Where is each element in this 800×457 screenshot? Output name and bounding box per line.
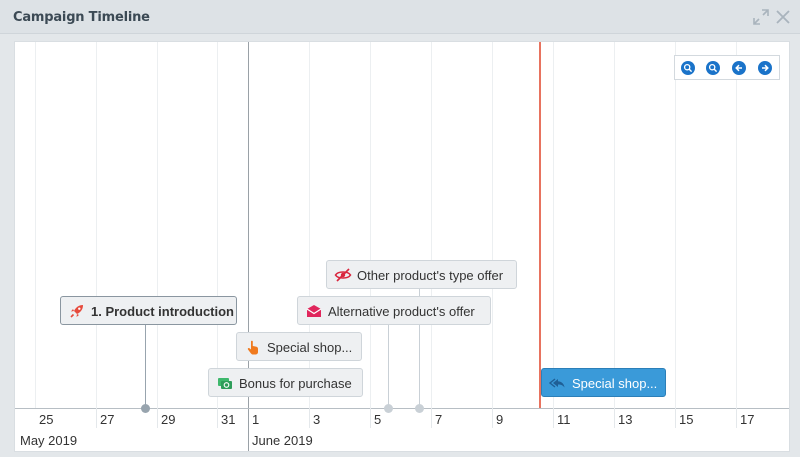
axis-tick — [157, 408, 158, 428]
timeline-item-alternative-products-offer[interactable]: Alternative product's offer — [297, 296, 491, 325]
timeline-item-special-shop-selected[interactable]: Special shop... — [541, 368, 666, 397]
axis-tick — [96, 408, 97, 428]
grid-line — [35, 42, 36, 408]
panel-header: Campaign Timeline — [0, 0, 800, 34]
tick-label: 3 — [313, 412, 321, 427]
timeline-item-other-products-type-offer[interactable]: Other product's type offer — [326, 260, 517, 289]
timeline-item-special-shop[interactable]: Special shop... — [236, 332, 362, 361]
grid-line — [157, 42, 158, 408]
grid-line — [96, 42, 97, 408]
time-axis — [15, 408, 789, 409]
grid-line — [431, 42, 432, 408]
item-label: Bonus for purchase — [239, 376, 352, 391]
tick-label: 7 — [435, 412, 443, 427]
grid-line — [614, 42, 615, 408]
axis-tick — [370, 408, 371, 428]
zoom-out-icon — [708, 63, 718, 73]
item-label: Alternative product's offer — [328, 304, 475, 319]
item-label: Special shop... — [267, 340, 353, 355]
current-time-marker — [539, 42, 541, 408]
axis-tick — [309, 408, 310, 428]
zoom-in-icon — [683, 63, 693, 73]
tick-label: 11 — [557, 412, 571, 427]
tick-label: 1 — [252, 412, 260, 427]
event-stem — [388, 324, 389, 408]
axis-tick — [217, 408, 218, 428]
event-dot — [141, 404, 150, 413]
item-label: Other product's type offer — [357, 268, 504, 283]
panel-title: Campaign Timeline — [13, 10, 150, 25]
scroll-left-button[interactable] — [732, 61, 746, 75]
close-icon[interactable] — [774, 8, 792, 26]
grid-line — [370, 42, 371, 408]
eye-slash-icon — [334, 266, 352, 284]
item-label: 1. Product introduction — [91, 304, 234, 319]
hand-pointer-icon — [244, 338, 262, 356]
tick-label: 17 — [740, 412, 755, 427]
axis-tick — [492, 408, 493, 428]
tick-label: 29 — [161, 412, 176, 427]
axis-tick — [431, 408, 432, 428]
item-label: Special shop... — [572, 376, 658, 391]
grid-line — [492, 42, 493, 408]
axis-tick — [736, 408, 737, 428]
money-icon — [216, 374, 234, 392]
zoom-out-button[interactable] — [706, 61, 720, 75]
scroll-right-button[interactable] — [758, 61, 772, 75]
zoom-in-button[interactable] — [681, 61, 695, 75]
grid-line — [736, 42, 737, 408]
tick-label: 9 — [496, 412, 504, 427]
event-dot — [384, 404, 393, 413]
tick-label: 13 — [618, 412, 633, 427]
campaign-timeline-panel: Campaign Timeline 25 27 29 31 1 3 5 7 9 … — [0, 0, 800, 457]
axis-tick — [614, 408, 615, 428]
tick-label: 31 — [221, 412, 236, 427]
zoom-controls — [674, 55, 780, 80]
event-stem — [145, 324, 146, 408]
timeline-canvas[interactable]: 25 27 29 31 1 3 5 7 9 11 13 15 17 May 20… — [14, 41, 790, 452]
reply-all-icon — [548, 374, 567, 392]
tick-label: 15 — [679, 412, 694, 427]
envelope-icon — [305, 302, 323, 320]
tick-label: 5 — [374, 412, 382, 427]
grid-line — [675, 42, 676, 408]
tick-label: 25 — [39, 412, 54, 427]
timeline-item-product-introduction[interactable]: 1. Product introduction — [60, 296, 237, 325]
axis-tick — [553, 408, 554, 428]
rocket-icon — [68, 302, 86, 320]
expand-icon[interactable] — [752, 8, 770, 26]
axis-tick — [675, 408, 676, 428]
arrow-right-icon — [762, 64, 769, 72]
event-dot — [415, 404, 424, 413]
tick-label: 27 — [100, 412, 115, 427]
month-label: May 2019 — [20, 433, 78, 448]
arrow-left-icon — [735, 64, 742, 72]
grid-line — [217, 42, 218, 408]
month-label: June 2019 — [252, 433, 313, 448]
timeline-item-bonus-for-purchase[interactable]: Bonus for purchase — [208, 368, 363, 397]
grid-line — [553, 42, 554, 408]
